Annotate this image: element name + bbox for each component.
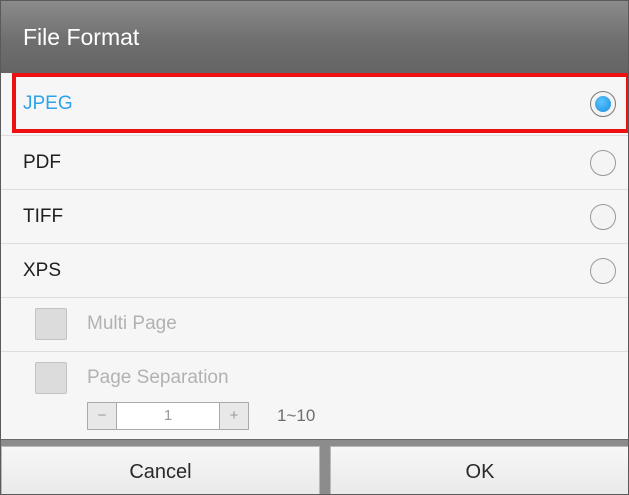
multi-page-label: Multi Page [87, 313, 177, 334]
page-separation-label: Page Separation [87, 367, 229, 388]
stepper-range-label: 1~10 [277, 406, 316, 425]
dialog-footer: Cancel OK [1, 439, 628, 494]
radio-pdf[interactable] [590, 149, 616, 176]
page-separation-checkbox[interactable] [35, 362, 67, 394]
radio-jpeg[interactable] [590, 91, 616, 117]
dialog-title: File Format [1, 1, 628, 73]
multi-page-row: Multi Page [1, 297, 628, 351]
cancel-button[interactable]: Cancel [1, 446, 320, 494]
option-jpeg-label: JPEG [23, 93, 73, 114]
multi-page-checkbox[interactable] [35, 308, 67, 340]
stepper-plus-button[interactable]: + [219, 402, 249, 430]
option-xps-label: XPS [23, 260, 62, 281]
option-tiff[interactable]: TIFF [1, 189, 628, 243]
radio-xps[interactable] [590, 257, 616, 284]
page-separation-row: Page Separation − 1 + 1~10 [1, 351, 628, 439]
radio-tiff[interactable] [590, 203, 616, 230]
stepper-minus-button[interactable]: − [87, 402, 117, 430]
page-separation-stepper: − 1 + 1~10 [87, 402, 315, 430]
option-pdf[interactable]: PDF [1, 135, 628, 189]
file-format-dialog: File Format JPEG PDF TIFF XPS Multi Page… [0, 0, 629, 495]
option-tiff-label: TIFF [23, 206, 64, 227]
option-jpeg[interactable]: JPEG [1, 73, 628, 135]
ok-button[interactable]: OK [330, 446, 628, 494]
option-xps[interactable]: XPS [1, 243, 628, 297]
option-pdf-label: PDF [23, 152, 61, 173]
stepper-value-field[interactable]: 1 [117, 402, 219, 430]
